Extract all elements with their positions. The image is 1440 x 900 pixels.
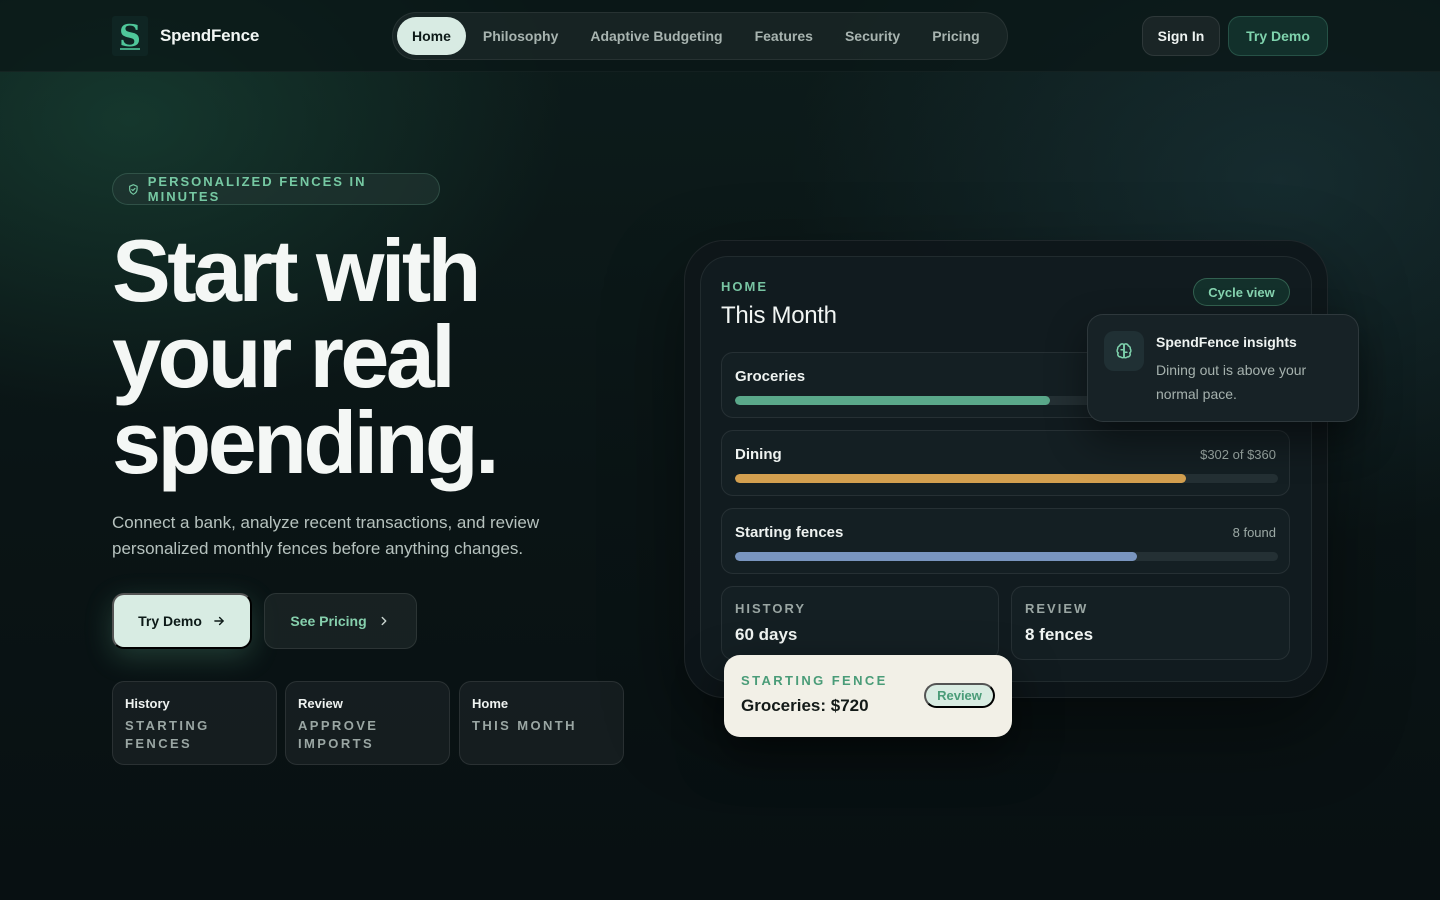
try-demo-label: Try Demo xyxy=(138,613,202,629)
budget-bar-dining: Dining $302 of $360 xyxy=(721,430,1290,496)
hero-headline-line-3: spending. xyxy=(112,393,500,492)
budget-bar-name: Groceries xyxy=(735,368,806,385)
main-nav: Home Philosophy Adaptive Budgeting Featu… xyxy=(392,12,1008,60)
stat-label: REVIEW xyxy=(1025,601,1089,616)
nav-item-home[interactable]: Home xyxy=(397,17,466,55)
spendfence-logo-icon: S xyxy=(112,16,148,56)
budget-bar-name: Dining xyxy=(735,446,782,463)
feature-chip-home: Home THIS MONTH xyxy=(459,681,624,765)
try-demo-nav-button[interactable]: Try Demo xyxy=(1228,16,1328,56)
hero-headline-line-2: your real xyxy=(112,307,456,406)
arrow-right-icon xyxy=(214,616,224,626)
dashboard-title: This Month xyxy=(721,302,837,329)
feature-chip-history: History STARTING FENCES xyxy=(112,681,277,765)
fence-card-label: STARTING FENCE xyxy=(741,673,888,688)
chip-value: APPROVE IMPORTS xyxy=(298,718,379,751)
stat-value: 8 fences xyxy=(1025,625,1094,644)
dashboard-section-label: HOME xyxy=(721,279,768,294)
chevron-right-icon xyxy=(381,616,387,626)
nav-item-philosophy[interactable]: Philosophy xyxy=(468,17,573,55)
brand-name: SpendFence xyxy=(160,26,260,45)
nav-item-features[interactable]: Features xyxy=(740,17,828,55)
review-fence-button[interactable]: Review xyxy=(924,683,995,708)
budget-bar-meta: 8 found xyxy=(1232,525,1276,540)
chip-label: History xyxy=(125,696,170,711)
insight-icon-wrap xyxy=(1104,331,1144,371)
chip-value: THIS MONTH xyxy=(472,718,577,733)
progress-fill xyxy=(735,552,1137,561)
see-pricing-label: See Pricing xyxy=(290,613,367,629)
chip-label: Home xyxy=(472,696,509,711)
see-pricing-button[interactable]: See Pricing xyxy=(264,593,417,649)
progress-track xyxy=(735,552,1278,561)
stat-label: HISTORY xyxy=(735,601,807,616)
chip-label: Review xyxy=(298,696,343,711)
hero-eyebrow-badge: PERSONALIZED FENCES IN MINUTES xyxy=(112,173,440,205)
progress-fill xyxy=(735,396,1050,405)
nav-item-pricing[interactable]: Pricing xyxy=(917,17,994,55)
feature-chip-review: Review APPROVE IMPORTS xyxy=(285,681,450,765)
progress-fill xyxy=(735,474,1186,483)
hero-eyebrow-text: PERSONALIZED FENCES IN MINUTES xyxy=(147,174,367,204)
stat-history: HISTORY 60 days xyxy=(721,586,999,660)
stat-value: 60 days xyxy=(735,625,798,644)
hero-description: Connect a bank, analyze recent transacti… xyxy=(112,513,540,558)
brand[interactable]: S SpendFence xyxy=(112,16,259,56)
sign-in-button[interactable]: Sign In xyxy=(1142,16,1220,56)
shield-check-icon xyxy=(129,183,138,195)
budget-bar-meta: $302 of $360 xyxy=(1200,447,1276,462)
fence-card-value: Groceries: $720 xyxy=(741,696,869,715)
brain-icon xyxy=(1116,343,1132,359)
insight-text: Dining out is above your normal pace. xyxy=(1156,362,1307,402)
nav-item-adaptive-budgeting[interactable]: Adaptive Budgeting xyxy=(575,17,737,55)
hero-headline: Start with your real spending. xyxy=(112,221,672,492)
nav-item-security[interactable]: Security xyxy=(830,17,915,55)
cycle-view-button[interactable]: Cycle view xyxy=(1193,278,1290,306)
hero-headline-line-1: Start with xyxy=(112,221,481,320)
stat-review: REVIEW 8 fences xyxy=(1011,586,1290,660)
budget-bar-name: Starting fences xyxy=(735,524,844,541)
budget-bar-starting-fences: Starting fences 8 found xyxy=(721,508,1290,574)
chip-value: STARTING FENCES xyxy=(125,718,210,751)
insights-popover: SpendFence insights Dining out is above … xyxy=(1087,314,1359,422)
insight-title: SpendFence insights xyxy=(1156,334,1297,350)
progress-track xyxy=(735,474,1278,483)
try-demo-button[interactable]: Try Demo xyxy=(112,593,252,649)
